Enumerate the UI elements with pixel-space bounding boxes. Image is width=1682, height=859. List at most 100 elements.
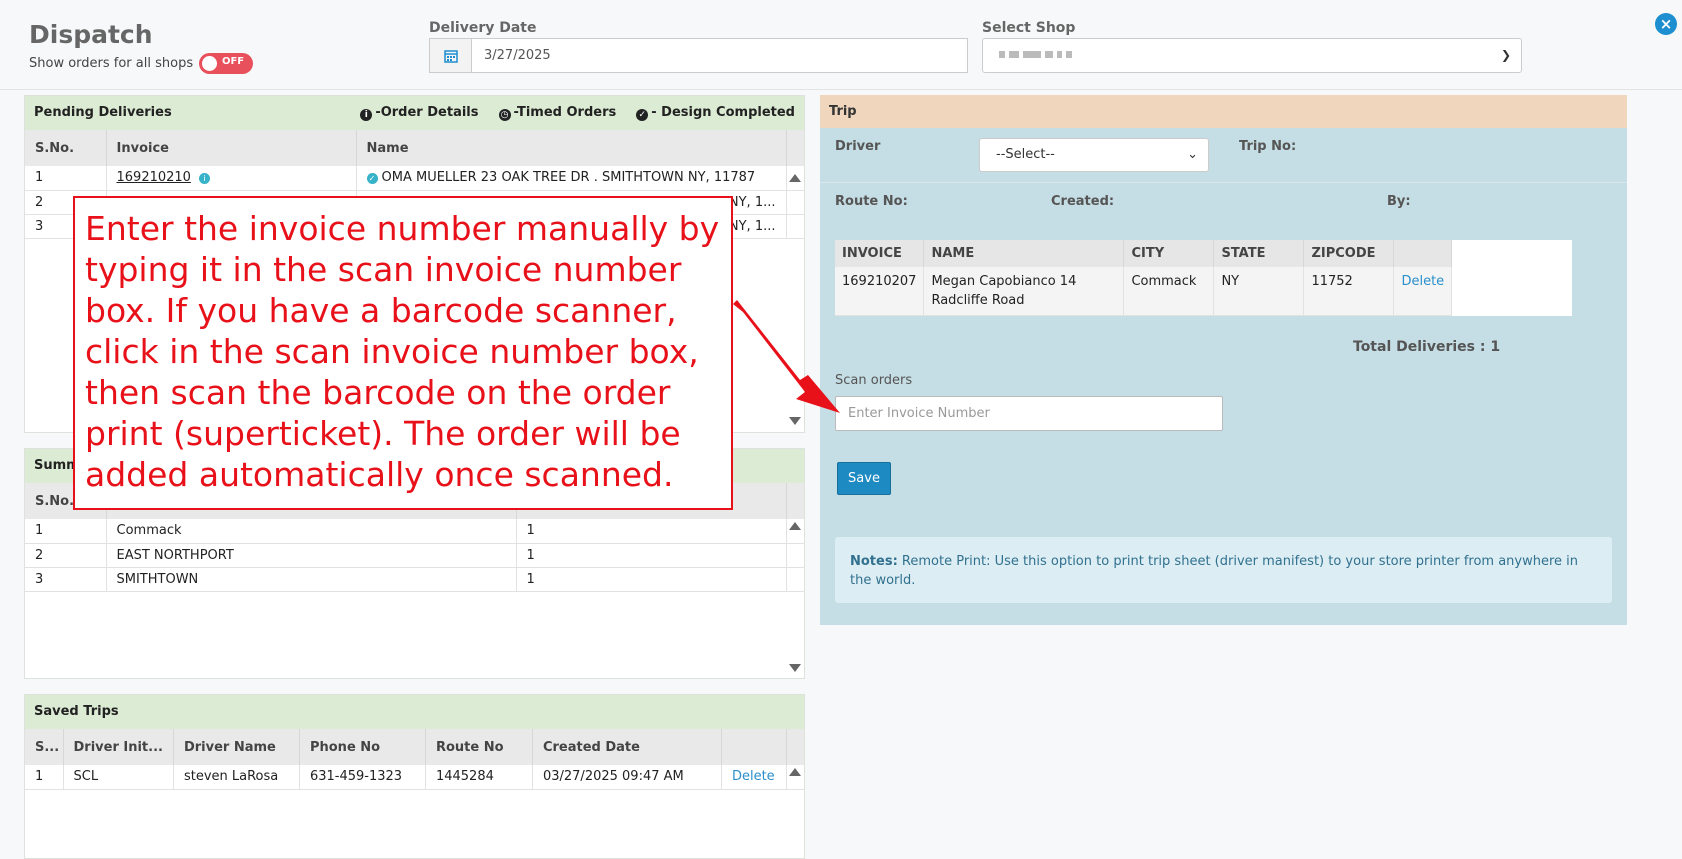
notes-label: Notes: (850, 554, 898, 569)
route-no-label: Route No: (835, 194, 908, 209)
row-sno: 2 (25, 543, 107, 568)
dispatch-header: Dispatch Show orders for all shops OFF D… (0, 0, 1682, 90)
scrollbar-header (786, 483, 804, 519)
legend-order-details: i -Order Details (360, 96, 479, 130)
table-row: 3 SMITHTOWN 1 (25, 567, 804, 592)
col-action (1393, 240, 1453, 267)
toggle-knob (202, 56, 218, 71)
row-sno: 3 (25, 567, 107, 592)
col-phone: Phone No (299, 729, 426, 765)
col-zipcode: ZIPCODE (1303, 240, 1395, 267)
col-route: Route No (425, 729, 533, 765)
row-city: EAST NORTHPORT (106, 543, 517, 568)
row-driver: steven LaRosa (173, 765, 300, 790)
delivery-date-field[interactable]: 3/27/2025 (429, 38, 968, 73)
saved-trips-title: Saved Trips (34, 704, 119, 719)
delivery-date-label: Delivery Date (429, 20, 537, 36)
col-sno: S... (25, 729, 64, 765)
scan-orders-label: Scan orders (835, 373, 913, 388)
legend-design-completed: ✓ - Design Completed (636, 96, 795, 130)
row-city: Commack (106, 519, 517, 544)
trip-panel: Trip Driver --Select-- ⌄ Trip No: Route … (820, 95, 1627, 625)
page-title: Dispatch (29, 20, 153, 49)
col-invoice: Invoice (106, 130, 357, 166)
instruction-callout: Enter the invoice number manually by typ… (73, 196, 733, 510)
all-shops-toggle[interactable]: OFF (199, 53, 254, 74)
delivery-date-value: 3/27/2025 (484, 48, 551, 63)
notes-box: Notes: Remote Print: Use this option to … (835, 537, 1612, 603)
row-city: Commack (1123, 267, 1215, 316)
col-driver-initials: Driver Init... (63, 729, 174, 765)
table-row[interactable]: 1 169210210 i ✓ OMA MUELLER 23 OAK TREE DR… (25, 166, 804, 191)
row-count: 1 (516, 519, 787, 544)
col-driver-name: Driver Name (173, 729, 300, 765)
delete-order-link[interactable]: Delete (1401, 274, 1444, 289)
by-label: By: (1387, 194, 1411, 209)
trip-no-label: Trip No: (1239, 139, 1297, 154)
close-icon[interactable]: × (1655, 13, 1677, 35)
row-zipcode: 11752 (1303, 267, 1395, 316)
trip-orders-table: INVOICE NAME CITY STATE ZIPCODE 16921020… (835, 240, 1572, 316)
scroll-up-icon[interactable] (789, 768, 801, 776)
col-state: STATE (1213, 240, 1305, 267)
pending-deliveries-title: Pending Deliveries (34, 105, 172, 120)
driver-label: Driver (835, 139, 881, 154)
scroll-down-icon[interactable] (789, 417, 801, 425)
row-count: 1 (516, 543, 787, 568)
redacted-shop-name (999, 51, 1072, 58)
clock-icon: ◷ (498, 109, 511, 121)
save-button[interactable]: Save (837, 462, 891, 495)
pending-deliveries-header: Pending Deliveries i -Order Details ◷ -Tim… (25, 96, 804, 130)
calendar-icon[interactable] (430, 39, 472, 72)
info-icon[interactable]: i (198, 173, 210, 185)
row-count: 1 (516, 567, 787, 592)
toggle-label: Show orders for all shops (29, 56, 194, 71)
chevron-down-icon: ❯ (1500, 48, 1511, 62)
row-initials: SCL (63, 765, 174, 790)
check-circle-icon: ✓ (636, 109, 649, 121)
row-route: 1445284 (425, 765, 533, 790)
row-invoice: 169210210 i (106, 166, 357, 191)
driver-select-value: --Select-- (996, 147, 1055, 162)
table-row: 2 EAST NORTHPORT 1 (25, 543, 804, 568)
check-circle-icon: ✓ (366, 173, 378, 185)
scroll-down-icon[interactable] (789, 664, 801, 672)
scroll-up-icon[interactable] (789, 522, 801, 530)
col-city: CITY (1123, 240, 1215, 267)
row-phone: 631-459-1323 (299, 765, 426, 790)
table-row[interactable]: 169210207 Megan Capobianco 14 Radcliffe … (835, 267, 1572, 316)
col-invoice: INVOICE (835, 240, 925, 267)
toggle-state-label: OFF (221, 56, 245, 67)
saved-trips-header: Saved Trips (25, 695, 804, 729)
invoice-link[interactable]: 169210210 (117, 170, 191, 185)
trip-driver-row: Driver --Select-- ⌄ Trip No: (820, 128, 1627, 183)
table-row[interactable]: 1 SCL steven LaRosa 631-459-1323 1445284… (25, 765, 804, 790)
row-sno: 1 (25, 765, 64, 790)
row-sno: 1 (25, 519, 107, 544)
info-icon: i (360, 109, 373, 121)
row-name: Megan Capobianco 14 Radcliffe Road (923, 267, 1125, 316)
row-state: NY (1213, 267, 1305, 316)
row-city: SMITHTOWN (106, 567, 517, 592)
scan-invoice-input[interactable]: Enter Invoice Number (835, 396, 1223, 431)
total-deliveries: Total Deliveries : 1 (1353, 339, 1501, 355)
driver-select[interactable]: --Select-- ⌄ (979, 138, 1209, 172)
legend: i -Order Details ◷ -Timed Orders ✓ - Design… (360, 96, 795, 130)
row-name: ✓ OMA MUELLER 23 OAK TREE DR . SMITHTOWN … (356, 166, 787, 191)
delete-trip-link[interactable]: Delete (732, 769, 775, 784)
scroll-up-icon[interactable] (789, 174, 801, 182)
row-action: Delete (1393, 267, 1453, 316)
col-name: NAME (923, 240, 1125, 267)
scrollbar-header (786, 130, 804, 166)
shop-select[interactable]: ❯ (982, 38, 1522, 73)
row-action: Delete (721, 765, 787, 790)
saved-trips-panel: Saved Trips S... Driver Init... Driver N… (24, 694, 805, 859)
row-invoice: 169210207 (835, 267, 925, 316)
row-sno: 1 (25, 166, 107, 191)
scrollbar-header (786, 729, 804, 765)
saved-trips-table: S... Driver Init... Driver Name Phone No… (25, 729, 804, 790)
col-sno: S.No. (25, 130, 107, 166)
select-shop-label: Select Shop (982, 20, 1076, 36)
legend-timed-orders: ◷ -Timed Orders (498, 96, 616, 130)
created-label: Created: (1051, 194, 1115, 209)
